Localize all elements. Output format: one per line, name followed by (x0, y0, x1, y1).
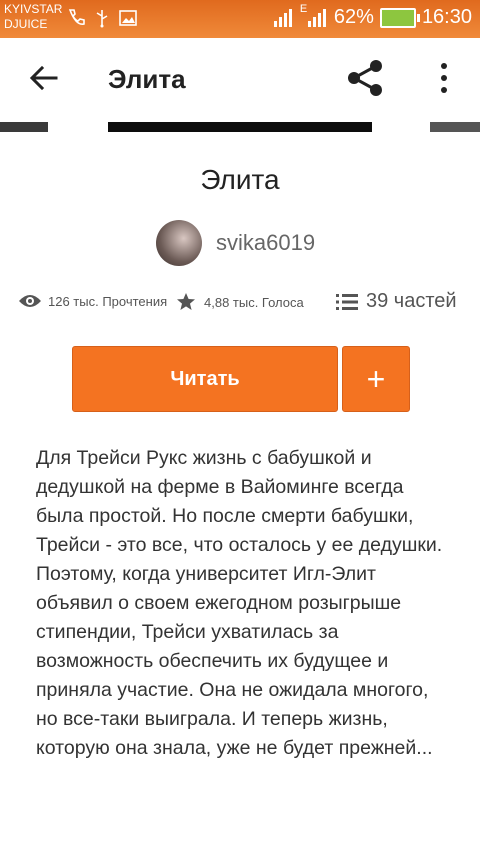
cover-thumb-next[interactable] (430, 122, 480, 132)
app-bar-title: Элита (108, 64, 186, 94)
parts-count[interactable]: 39 частей (366, 290, 457, 313)
usb-icon (96, 10, 108, 28)
status-bar: KYIVSTAR DJUICE E 62% 16:30 (0, 0, 480, 38)
cover-thumb-prev[interactable] (0, 122, 48, 132)
cover-carousel[interactable] (0, 122, 480, 132)
reads-count: 126 тыс. Прочтения (48, 293, 168, 309)
votes-stat: 4,88 тыс. Голоса (176, 292, 304, 312)
story-title: Элита (200, 164, 280, 195)
app-bar: Элита (0, 38, 480, 124)
status-right: E 62% 16:30 (272, 3, 472, 29)
phone-icon (68, 9, 85, 26)
signal-e-icon: E (300, 3, 328, 29)
list-icon (336, 293, 358, 310)
eye-icon (19, 295, 41, 307)
author-name[interactable]: svika6019 (216, 230, 315, 256)
signal-icon (273, 8, 292, 27)
star-icon (177, 293, 195, 310)
parts-stat[interactable]: 39 частей (336, 290, 457, 313)
cover-thumb-current[interactable] (108, 122, 372, 132)
votes-count: 4,88 тыс. Голоса (204, 294, 304, 310)
carrier-label: KYIVSTAR DJUICE (4, 2, 62, 32)
carrier-line2: DJUICE (4, 17, 48, 31)
avatar[interactable] (156, 220, 202, 266)
story-stats: 126 тыс. Прочтения 4,88 тыс. Голоса 39 ч… (18, 290, 470, 322)
more-vert-icon[interactable] (432, 60, 456, 96)
author-row[interactable]: svika6019 (156, 220, 315, 266)
image-icon (119, 10, 137, 26)
back-arrow-icon[interactable] (28, 62, 60, 94)
battery-icon (379, 7, 420, 28)
story-description: Для Трейси Рукс жизнь с бабушкой и дедуш… (36, 447, 443, 759)
read-button[interactable]: Читать (72, 346, 338, 412)
carrier-line1: KYIVSTAR (4, 2, 63, 16)
share-icon[interactable] (346, 58, 386, 98)
add-to-library-button[interactable]: + (342, 346, 410, 412)
reads-stat: 126 тыс. Прочтения (18, 292, 167, 310)
battery-percent: 62% (333, 6, 374, 28)
clock: 16:30 (421, 6, 472, 28)
